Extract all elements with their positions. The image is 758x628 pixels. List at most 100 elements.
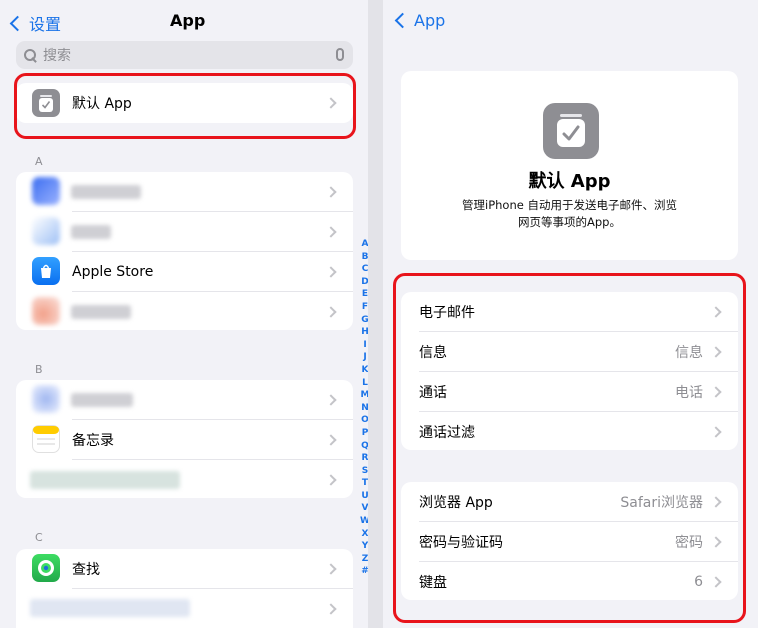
app-icon	[32, 217, 60, 245]
app-icon	[32, 385, 60, 413]
apple-store-icon	[32, 257, 60, 285]
back-button[interactable]: App	[394, 11, 446, 30]
chevron-right-icon	[325, 602, 337, 615]
back-label: 设置	[29, 15, 62, 34]
redacted-app-name	[71, 305, 131, 319]
setting-label: 信息	[419, 344, 447, 361]
section-c-card: 查找	[16, 549, 353, 628]
redacted-app-name	[71, 185, 141, 199]
chevron-right-icon	[325, 433, 337, 446]
chevron-right-icon	[325, 305, 337, 318]
microphone-icon[interactable]	[336, 48, 344, 61]
list-item[interactable]	[16, 460, 353, 498]
redacted-row-content	[30, 471, 180, 489]
index-letter[interactable]: U	[361, 490, 368, 503]
list-item[interactable]	[16, 380, 353, 419]
chevron-right-icon	[325, 225, 337, 238]
chevron-left-icon	[9, 15, 26, 31]
section-header-a: A	[35, 155, 43, 168]
browser-app-row[interactable]: 浏览器 App Safari浏览器	[401, 482, 738, 521]
keyboards-row[interactable]: 键盘 6	[401, 562, 738, 600]
setting-value: 电话	[675, 384, 703, 401]
redacted-row-content	[30, 599, 190, 617]
calling-row[interactable]: 通话 电话	[401, 372, 738, 411]
chevron-right-icon	[710, 305, 722, 318]
apple-store-label: Apple Store	[72, 263, 154, 280]
search-icon	[24, 48, 37, 62]
search-input[interactable]: 搜索	[43, 45, 71, 65]
email-row[interactable]: 电子邮件	[401, 292, 738, 331]
setting-label: 键盘	[419, 574, 447, 591]
setting-label: 密码与验证码	[419, 534, 503, 551]
list-item-find-my[interactable]: 查找	[16, 549, 353, 588]
default-app-row[interactable]: 默认 App	[16, 83, 353, 123]
chevron-right-icon	[710, 425, 722, 438]
chevron-right-icon	[710, 345, 722, 358]
chevron-right-icon	[710, 495, 722, 508]
call-filtering-row[interactable]: 通话过滤	[401, 412, 738, 450]
default-app-detail-panel: App 默认 App 管理iPhone 自动用于发送电子邮件、浏览网页等事项的A…	[383, 0, 758, 628]
index-letter[interactable]: N	[361, 402, 368, 415]
list-item[interactable]	[16, 212, 353, 251]
split-divider[interactable]	[368, 0, 383, 628]
chevron-right-icon	[710, 535, 722, 548]
notes-label: 备忘录	[72, 432, 114, 449]
chevron-right-icon	[325, 97, 337, 109]
setting-value: 密码	[675, 534, 703, 551]
page-title: App	[170, 11, 206, 30]
list-item[interactable]	[16, 589, 353, 628]
setting-label: 浏览器 App	[419, 494, 493, 511]
find-my-icon	[32, 554, 60, 582]
default-app-icon	[543, 103, 599, 159]
notes-icon	[32, 425, 60, 453]
hero-title: 默认 App	[528, 171, 611, 192]
section-index[interactable]: ABCDEFGHIJKLMNOPQRSTUVWXYZ#	[359, 238, 368, 578]
index-letter[interactable]: G	[361, 314, 368, 327]
chevron-right-icon	[325, 393, 337, 406]
index-letter[interactable]: M	[361, 389, 368, 402]
list-item-apple-store[interactable]: Apple Store	[16, 252, 353, 291]
default-app-label: 默认 App	[72, 96, 132, 112]
list-item[interactable]	[16, 172, 353, 211]
back-label: App	[414, 11, 446, 30]
chevron-right-icon	[325, 562, 337, 575]
passwords-row[interactable]: 密码与验证码 密码	[401, 522, 738, 561]
contact-defaults-card: 电子邮件信息 信息 通话 电话 通话过滤	[401, 292, 738, 450]
messages-row[interactable]: 信息 信息	[401, 332, 738, 371]
chevron-left-icon	[394, 12, 411, 29]
chevron-right-icon	[325, 473, 337, 486]
search-field[interactable]: 搜索	[16, 41, 353, 69]
redacted-app-name	[71, 225, 111, 239]
index-letter[interactable]: J	[363, 351, 366, 364]
index-letter[interactable]: D	[361, 276, 368, 289]
index-letter[interactable]: Q	[361, 440, 368, 453]
index-letter[interactable]: W	[360, 515, 368, 528]
redacted-app-name	[71, 393, 133, 407]
app-icon	[32, 177, 60, 205]
setting-value: Safari浏览器	[620, 494, 703, 511]
browser-defaults-card: 浏览器 App Safari浏览器密码与验证码 密码键盘 6	[401, 482, 738, 600]
index-letter[interactable]: H	[361, 326, 368, 339]
setting-label: 电子邮件	[419, 304, 475, 321]
index-letter[interactable]: I	[363, 339, 366, 352]
index-letter[interactable]: O	[361, 414, 368, 427]
find-my-label: 查找	[72, 561, 100, 578]
section-header-b: B	[35, 363, 43, 376]
section-b-card: 备忘录	[16, 380, 353, 498]
section-header-c: C	[35, 531, 43, 544]
back-button[interactable]: 设置	[9, 11, 62, 35]
section-a-card: Apple Store	[16, 172, 353, 330]
default-app-icon	[32, 89, 60, 117]
setting-value: 6	[694, 573, 703, 590]
hero-description: 管理iPhone 自动用于发送电子邮件、浏览网页等事项的App。	[462, 198, 677, 229]
index-letter[interactable]: #	[361, 565, 368, 578]
list-item-notes[interactable]: 备忘录	[16, 420, 353, 459]
index-letter[interactable]: L	[362, 377, 368, 390]
chevron-right-icon	[325, 265, 337, 278]
app-list-panel: 设置 App 搜索 默认 App A Apple Store B 备忘录 C 查…	[0, 0, 368, 628]
chevron-right-icon	[325, 185, 337, 198]
app-icon	[32, 297, 60, 325]
list-item[interactable]	[16, 292, 353, 330]
default-app-row-card: 默认 App	[16, 83, 353, 123]
chevron-right-icon	[710, 385, 722, 398]
